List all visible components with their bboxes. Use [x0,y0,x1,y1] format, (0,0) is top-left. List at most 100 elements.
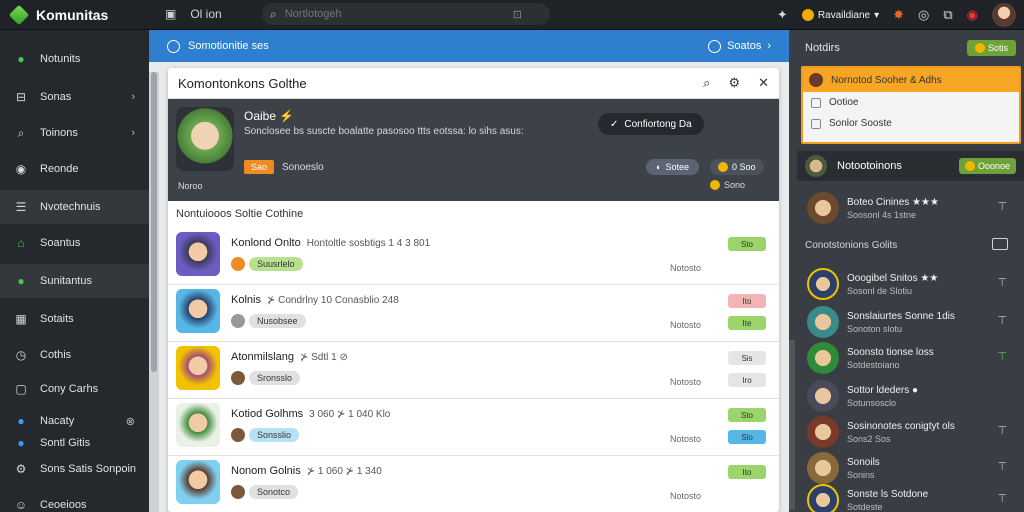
hero-stat-2-label: 0 Soo [732,162,756,172]
right-scrollbar[interactable] [789,340,795,510]
member-item[interactable]: Sonste ls Sotdone Sotdeste ⊤ [807,482,1017,512]
checkbox-icon[interactable] [811,118,821,129]
list-item[interactable]: Nonom Golnis ⊁ 1 060 ⊁ 1 340 Sonotco Noto… [168,456,779,512]
coin-icon [964,161,975,171]
sidebar-item-3[interactable]: ◉ Reonde [0,152,149,186]
row-chip[interactable]: Sto [728,237,766,251]
avatar[interactable] [992,3,1016,27]
sidebar-item-4[interactable]: ☰ Nvotechnuis [0,190,149,224]
close-icon[interactable]: ✕ [758,75,769,91]
main-scrollbar[interactable] [149,72,159,512]
search-input[interactable] [284,8,505,20]
members-bar: Notootoinons Ooonoe [797,151,1024,181]
sidebar-item-5[interactable]: ⌂ Soantus [0,226,149,260]
list-item[interactable]: Kolnis ⊁ Condrlny 10 Conasblio 248 Nusobs… [168,285,779,342]
edit-icon[interactable]: ⧉ [943,7,952,23]
sidebar-item-label: Notunits [40,53,81,65]
search-bar[interactable]: ⌕ ⊡ [262,3,550,25]
coin-icon [718,162,728,172]
member-item[interactable]: Boteo Cinines ★★★ Soosonl 4s 1stne ⊤ [807,190,1017,226]
banner-action[interactable]: Soatos › [708,39,771,53]
brand[interactable]: Komunitas [8,4,108,26]
hero-stat-2[interactable]: 0 Soo [710,159,764,175]
card-line: Ootioe [829,97,859,108]
sidebar-item-label: Cothis [40,349,72,361]
sidebar-item-1[interactable]: ⊟ Sonas › [0,80,149,114]
row-chip-2[interactable]: Iro [728,373,766,387]
row-label[interactable]: Suusrlelo [249,257,303,271]
row-chip-2[interactable]: Slo [728,430,766,444]
sidebar-item-label: Sontl Gitis [40,437,91,449]
member-item[interactable]: Ooogibel Snitos ★★ Sosonl de Slotiu ⊤ [807,266,1017,302]
search-icon: ⌕ [270,6,277,21]
sidebar-item-12[interactable]: ⚙ Sons Satis Sonpoin [0,452,149,486]
row-meta: ⊁ Condrlny 10 Conasblio 248 [266,294,399,306]
list-item[interactable]: Konlond Onlto Hontoltle sosbtigs 1 4 3 80… [168,228,779,285]
language-selector[interactable]: Ravaildiane ▾ [801,9,880,21]
scroll-thumb[interactable] [151,72,157,372]
message-icon[interactable] [992,238,1008,250]
settings-icon[interactable]: ⚙ [728,75,740,91]
pin-icon[interactable]: ⊤ [997,492,1007,505]
member-sub: Sotdeste [847,501,883,512]
toggle-icon: ◐ [656,162,662,172]
row-label[interactable]: Nusobsee [249,314,306,328]
star-icon[interactable]: ✸ [893,7,904,23]
chevron-down-icon: ▾ [874,9,880,21]
member-sub: Sons2 Sos [847,433,891,444]
pin-icon[interactable]: ⊤ [997,460,1007,473]
clear-icon[interactable]: ⊡ [513,8,522,21]
window-icon[interactable]: ▣ [165,7,176,21]
member-item[interactable]: Soonsto tionse loss Sotdestoiano ⊤ [807,340,1017,376]
row-meta: ⊁ Sdtl 1 ⊘ [299,351,348,363]
info-banner: Somotionitie ses Soatos › [149,30,789,62]
target-icon[interactable]: ◎ [918,7,929,23]
columns-text[interactable]: Ol ion [190,7,221,21]
row-chip-2[interactable]: Ite [728,316,766,330]
member-avatar [807,380,839,412]
sidebar-item-2[interactable]: ⌕ Toinons › [0,116,149,150]
hero-tag[interactable]: Sao [244,160,275,174]
checkbox-icon[interactable] [811,97,821,108]
row-label[interactable]: Sonsslio [249,428,300,442]
sidebar-item-7[interactable]: ▦ Sotaits [0,302,149,336]
hero-action-button[interactable]: ✓ Confiortong Da [598,113,704,135]
right-header-button[interactable]: Sotis [966,40,1016,56]
row-badge-icon [231,428,245,442]
notification-card[interactable]: Nornotod Sooher & Adhs Ootioe Sonlor Soo… [801,66,1021,144]
pin-icon[interactable]: ⊤ [997,424,1007,437]
top-left-icons: ▣ Ol ion [165,7,222,21]
member-item[interactable]: Sonoils Sonins ⊤ [807,450,1017,486]
record-icon: ◉ [15,162,27,176]
row-chip[interactable]: Ito [728,465,766,479]
sidebar-item-0[interactable]: ● Notunits [0,42,149,76]
row-chip[interactable]: Ito [728,294,766,308]
members-button[interactable]: Ooonoe [958,158,1016,174]
row-label[interactable]: Sonotco [249,485,299,499]
pin-icon[interactable]: ⊤ [997,314,1007,327]
sidebar-item-13[interactable]: ☺ Ceoeioos [0,488,149,512]
right-header: Notdirs [805,42,840,54]
row-label[interactable]: Sronsslo [249,371,301,385]
row-avatar [176,232,220,276]
search-icon[interactable]: ⌕ [703,75,710,91]
sidebar-item-9[interactable]: ▢ Cony Carhs [0,372,149,406]
hero-stat-1[interactable]: ◐ Sotee [646,159,699,175]
member-item[interactable]: Sonslaiurtes Sonne 1dis Sonoton slotu ⊤ [807,304,1017,340]
row-chip[interactable]: Sto [728,408,766,422]
list-item[interactable]: Atonmilslang ⊁ Sdtl 1 ⊘ Sronsslo Notosto … [168,342,779,399]
record-icon[interactable]: ◉ [967,7,978,23]
sidebar-item-6[interactable]: ● Sunitantus [0,264,149,298]
list-item[interactable]: Kotiod Golhms 3 060 ⊁ 1 040 Klo Sonsslio … [168,399,779,456]
pin-icon[interactable]: ⊤ [997,276,1007,289]
member-item[interactable]: Sosinonotes conigtyt ols Sons2 Sos ⊤ [807,414,1017,450]
row-chip[interactable]: Sis [728,351,766,365]
section-title: Conotstonions Golits [805,240,898,251]
puzzle-icon[interactable]: ✦ [777,7,788,23]
sidebar-item-8[interactable]: ◷ Cothis [0,338,149,372]
pin-icon[interactable]: ⊤ [997,350,1007,363]
row-avatar [176,403,220,447]
member-item[interactable]: Sottor ldeders ● Sotunsosclo [807,378,1017,414]
sidebar-item-label: Ceoeioos [40,499,87,511]
pin-icon[interactable]: ⊤ [997,200,1007,213]
